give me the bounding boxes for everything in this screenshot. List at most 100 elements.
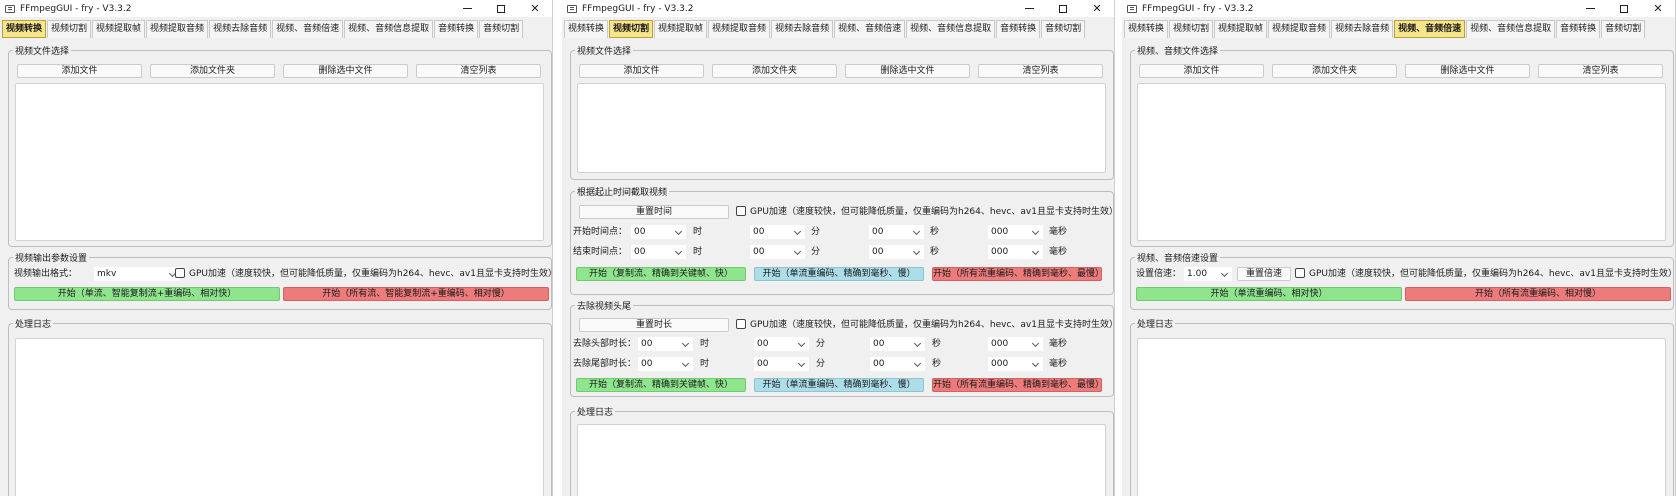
tab-audio-cut[interactable]: 音频切割: [479, 20, 524, 38]
group-title: 处理日志: [13, 317, 54, 330]
tab-speed[interactable]: 视频、音频倍速: [1394, 20, 1466, 38]
start-second-select[interactable]: 00: [869, 225, 924, 239]
add-folder-button[interactable]: 添加文件夹: [712, 64, 837, 78]
trim-start-single-button[interactable]: 开始（单流重编码、精确到毫秒、慢）: [754, 378, 924, 392]
tab-video-cut[interactable]: 视频切割: [1169, 20, 1214, 38]
file-list[interactable]: [15, 83, 544, 241]
end-minute-select[interactable]: 00: [750, 245, 805, 259]
tab-extract-frames[interactable]: 视频提取帧: [1214, 20, 1268, 38]
tail-second-select[interactable]: 00: [870, 357, 925, 371]
ms-unit: 毫秒: [1049, 359, 1068, 369]
gpu-checkbox[interactable]: [736, 206, 746, 216]
start-minute-select[interactable]: 00: [750, 225, 805, 239]
start-ms-select[interactable]: 000: [988, 225, 1043, 239]
cut-start-all-button[interactable]: 开始（所有流重编码、精确到毫秒、最慢）: [932, 267, 1102, 281]
tail-minute-select[interactable]: 00: [754, 357, 809, 371]
start-hour-select[interactable]: 00: [631, 225, 686, 239]
tab-extract-audio[interactable]: 视频提取音频: [146, 20, 209, 38]
start-slow-button[interactable]: 开始（所有流、智能复制流+重编码、相对慢）: [283, 287, 549, 301]
tab-extract-audio[interactable]: 视频提取音频: [708, 20, 771, 38]
chevron-down-icon: [797, 339, 806, 348]
head-second-select[interactable]: 00: [870, 337, 925, 351]
end-ms-select[interactable]: 000: [988, 245, 1043, 259]
tab-video-cut[interactable]: 视频切割: [609, 20, 654, 38]
cut-start-single-button[interactable]: 开始（单流重编码、精确到毫秒、慢）: [754, 267, 924, 281]
maximize-button[interactable]: [484, 0, 518, 17]
head-minute-select[interactable]: 00: [754, 337, 809, 351]
log-area[interactable]: [15, 338, 544, 496]
start-fast-button[interactable]: 开始（单流、智能复制流+重编码、相对快）: [14, 287, 280, 301]
tab-audio-cut[interactable]: 音频切割: [1601, 20, 1646, 38]
tab-remove-audio[interactable]: 视频去除音频: [1331, 20, 1394, 38]
start-single-button[interactable]: 开始（单流重编码、相对快）: [1136, 287, 1402, 301]
file-list[interactable]: [1137, 83, 1666, 241]
end-hour-select[interactable]: 00: [631, 245, 686, 259]
head-second-value: 00: [873, 339, 885, 349]
speed-select[interactable]: 1.00: [1184, 267, 1232, 281]
tab-audio-convert[interactable]: 音频转换: [434, 20, 479, 38]
window-video-convert: FFmpegGUI - fry - V3.3.2 ✕ 视频转换 视频切割 视频提…: [0, 0, 553, 496]
add-file-button[interactable]: 添加文件: [17, 64, 142, 78]
chevron-down-icon: [793, 227, 802, 236]
tail-hour-select[interactable]: 00: [638, 357, 693, 371]
format-label: 视频输出格式：: [14, 269, 78, 279]
tab-video-convert[interactable]: 视频转换: [564, 20, 609, 38]
tab-audio-convert[interactable]: 音频转换: [996, 20, 1041, 38]
clear-list-button[interactable]: 清空列表: [416, 64, 541, 78]
log-area[interactable]: [1137, 338, 1666, 496]
close-button[interactable]: ✕: [1080, 0, 1114, 17]
maximize-button[interactable]: [1607, 0, 1641, 17]
add-folder-button[interactable]: 添加文件夹: [1272, 64, 1397, 78]
tab-remove-audio[interactable]: 视频去除音频: [209, 20, 272, 38]
file-select-group: 视频、音频文件选择 添加文件 添加文件夹 删除选中文件 清空列表: [1130, 44, 1674, 247]
tab-speed[interactable]: 视频、音频倍速: [834, 20, 906, 38]
tab-extract-frames[interactable]: 视频提取帧: [92, 20, 146, 38]
tab-video-convert[interactable]: 视频转换: [2, 20, 47, 38]
tab-extract-frames[interactable]: 视频提取帧: [654, 20, 708, 38]
start-all-button[interactable]: 开始（所有流重编码、相对慢）: [1405, 287, 1671, 301]
minimize-button[interactable]: [450, 0, 484, 17]
reset-speed-button[interactable]: 重置倍速: [1237, 267, 1291, 281]
reset-duration-button[interactable]: 重置时长: [579, 318, 729, 332]
tail-ms-select[interactable]: 000: [988, 357, 1043, 371]
tab-remove-audio[interactable]: 视频去除音频: [771, 20, 834, 38]
delete-selected-button[interactable]: 删除选中文件: [845, 64, 970, 78]
cut-start-copy-button[interactable]: 开始（复制流、精确到关键帧、快）: [576, 267, 746, 281]
tab-speed[interactable]: 视频、音频倍速: [272, 20, 344, 38]
tab-info-extract[interactable]: 视频、音频信息提取: [1466, 20, 1556, 38]
gpu-checkbox[interactable]: [736, 319, 746, 329]
tab-video-cut[interactable]: 视频切割: [47, 20, 92, 38]
tab-info-extract[interactable]: 视频、音频信息提取: [906, 20, 996, 38]
delete-selected-button[interactable]: 删除选中文件: [283, 64, 408, 78]
close-icon: ✕: [1653, 2, 1663, 15]
format-select[interactable]: mkv: [94, 267, 180, 281]
tab-extract-audio[interactable]: 视频提取音频: [1268, 20, 1331, 38]
gpu-checkbox[interactable]: [175, 268, 185, 278]
tab-info-extract[interactable]: 视频、音频信息提取: [344, 20, 434, 38]
delete-selected-button[interactable]: 删除选中文件: [1405, 64, 1530, 78]
head-hour-select[interactable]: 00: [638, 337, 693, 351]
close-button[interactable]: ✕: [518, 0, 552, 17]
add-folder-button[interactable]: 添加文件夹: [150, 64, 275, 78]
maximize-icon: [1059, 4, 1067, 13]
maximize-button[interactable]: [1046, 0, 1080, 17]
file-list[interactable]: [577, 83, 1106, 173]
tab-video-convert[interactable]: 视频转换: [1124, 20, 1169, 38]
reset-time-button[interactable]: 重置时间: [579, 205, 729, 219]
end-second-select[interactable]: 00: [869, 245, 924, 259]
add-file-button[interactable]: 添加文件: [579, 64, 704, 78]
clear-list-button[interactable]: 清空列表: [978, 64, 1103, 78]
tail-minute-value: 00: [757, 359, 769, 369]
log-area[interactable]: [577, 424, 1106, 496]
tab-audio-convert[interactable]: 音频转换: [1556, 20, 1601, 38]
gpu-checkbox[interactable]: [1295, 268, 1305, 278]
close-button[interactable]: ✕: [1641, 0, 1675, 17]
trim-start-copy-button[interactable]: 开始（复制流、精确到关键帧、快）: [576, 378, 746, 392]
trim-start-all-button[interactable]: 开始（所有流重编码、精确到毫秒、最慢）: [932, 378, 1102, 392]
minimize-button[interactable]: [1012, 0, 1046, 17]
clear-list-button[interactable]: 清空列表: [1538, 64, 1663, 78]
minimize-button[interactable]: [1573, 0, 1607, 17]
head-ms-select[interactable]: 000: [988, 337, 1043, 351]
tab-audio-cut[interactable]: 音频切割: [1041, 20, 1086, 38]
add-file-button[interactable]: 添加文件: [1139, 64, 1264, 78]
